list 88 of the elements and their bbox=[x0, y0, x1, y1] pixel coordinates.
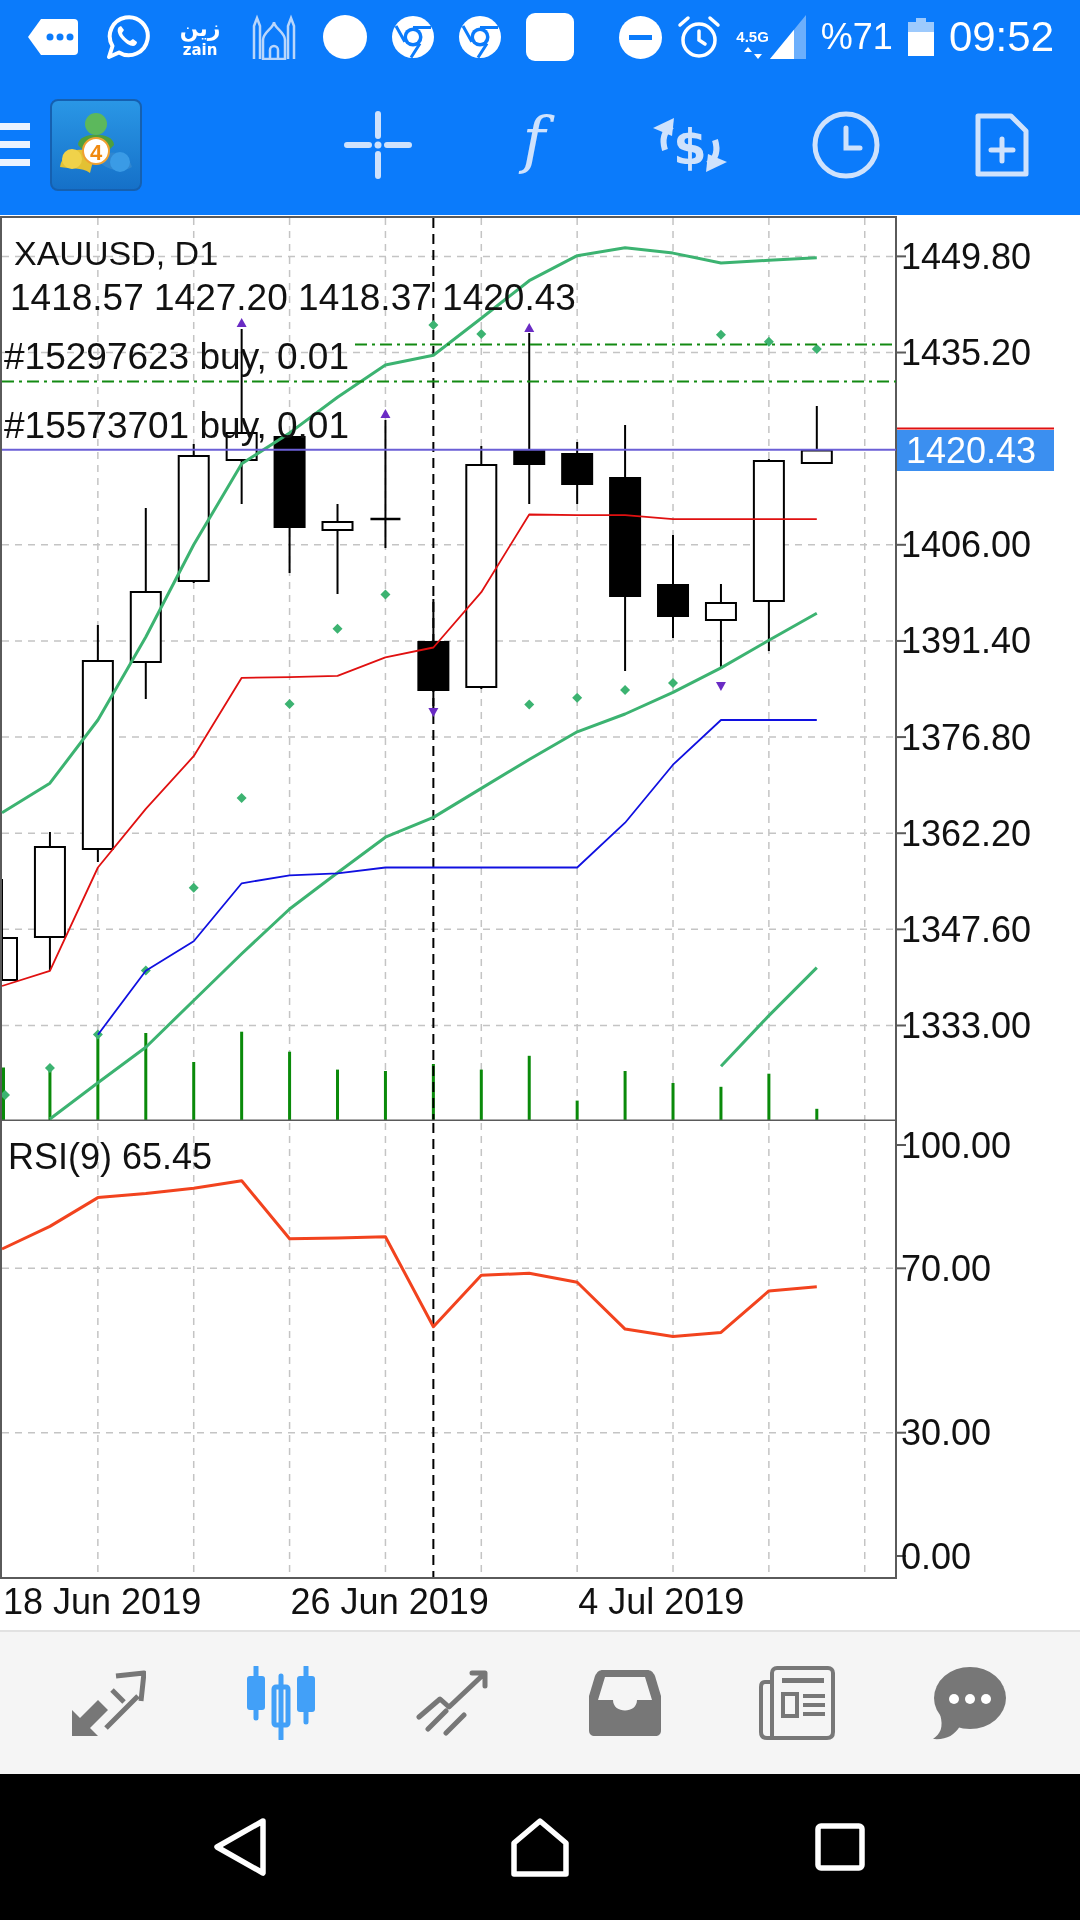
fractal-marker bbox=[236, 318, 247, 327]
volume-bar bbox=[431, 1064, 435, 1120]
price-axis-label: 1449.80 bbox=[901, 235, 1032, 277]
volume-bar bbox=[48, 1071, 52, 1120]
browser-icon bbox=[392, 16, 434, 58]
price-axis-label: 1406.00 bbox=[901, 524, 1032, 566]
sar-point bbox=[476, 329, 487, 339]
do-not-disturb-icon bbox=[619, 15, 663, 59]
rsi-axis-label: 100.00 bbox=[901, 1124, 1012, 1166]
volume-bar bbox=[479, 1069, 483, 1120]
chat-bubble-icon[interactable] bbox=[932, 1666, 1006, 1740]
volume-bar bbox=[623, 1071, 627, 1120]
clock-time: 09:52 bbox=[948, 13, 1054, 61]
candle bbox=[561, 441, 594, 505]
volume-bar bbox=[383, 1071, 387, 1120]
volume-bar bbox=[815, 1108, 819, 1120]
diagonal-arrows-icon[interactable] bbox=[72, 1670, 146, 1736]
candle bbox=[800, 405, 833, 464]
price-axis-label: 1391.40 bbox=[901, 620, 1032, 662]
sar-point bbox=[284, 699, 295, 709]
message-icon bbox=[27, 18, 79, 56]
current-price-label: 1420.43 bbox=[897, 430, 1054, 471]
sar-point bbox=[668, 678, 678, 688]
price-axis-label: 1347.60 bbox=[901, 908, 1032, 950]
rsi-axis-label: 30.00 bbox=[901, 1412, 992, 1454]
volume-bar bbox=[336, 1069, 339, 1120]
fractal-marker bbox=[715, 682, 726, 691]
back-icon[interactable] bbox=[213, 1817, 267, 1877]
sar-point bbox=[188, 882, 199, 893]
chart-symbol-title: XAUUSD, D1 bbox=[14, 234, 219, 272]
sar-point bbox=[524, 699, 535, 710]
sar-point bbox=[236, 793, 247, 803]
sar-point bbox=[332, 623, 343, 634]
price-axis-label: 1362.20 bbox=[901, 812, 1032, 854]
volume-bar bbox=[671, 1083, 675, 1120]
home-icon[interactable] bbox=[510, 1817, 570, 1877]
volume-bar bbox=[288, 1051, 292, 1120]
price-axis-label: 1376.80 bbox=[901, 716, 1032, 758]
rsi-label: RSI(9) 65.45 bbox=[8, 1135, 213, 1177]
signal-icon bbox=[769, 15, 806, 59]
volume-bar bbox=[575, 1100, 579, 1120]
network-type-label: 4.5G bbox=[736, 29, 769, 45]
volume-bar bbox=[767, 1073, 771, 1120]
rsi-axis-label: 70.00 bbox=[901, 1247, 992, 1289]
sar-point bbox=[44, 1063, 55, 1073]
battery-icon bbox=[907, 18, 934, 56]
square-icon bbox=[526, 13, 574, 61]
crosshair-icon[interactable] bbox=[344, 110, 412, 179]
menu-icon[interactable] bbox=[0, 123, 30, 166]
sar-point bbox=[715, 329, 726, 340]
volume-bar bbox=[719, 1086, 723, 1120]
volume-bar bbox=[527, 1055, 531, 1120]
alarm-clock-icon bbox=[677, 15, 722, 59]
browser-icon bbox=[459, 16, 501, 58]
carrier-logo-text: zain bbox=[182, 41, 218, 59]
recent-apps-icon[interactable] bbox=[815, 1823, 865, 1871]
add-document-icon[interactable] bbox=[974, 111, 1030, 178]
sar-point bbox=[380, 589, 391, 600]
rsi-axis-label: 0.00 bbox=[901, 1535, 972, 1577]
fractal-marker bbox=[428, 708, 439, 717]
trend-arrow-icon[interactable] bbox=[416, 1669, 490, 1737]
date-label: 18 Jun 2019 bbox=[3, 1580, 202, 1622]
price-axis-label: 1435.20 bbox=[901, 332, 1032, 373]
sar-point bbox=[811, 344, 822, 354]
sar-point bbox=[572, 692, 583, 703]
battery-percent: %71 bbox=[820, 16, 893, 58]
date-label: 4 Jul 2019 bbox=[578, 1580, 745, 1622]
price-axis-label: 1333.00 bbox=[901, 1005, 1032, 1046]
sar-point bbox=[92, 1029, 103, 1040]
sar-point bbox=[620, 685, 631, 695]
fractal-marker bbox=[524, 323, 535, 332]
sar-point bbox=[428, 320, 439, 330]
fractal-marker bbox=[380, 409, 391, 418]
sar-point bbox=[0, 1090, 10, 1100]
volume-bar bbox=[192, 1062, 196, 1120]
newspaper-icon[interactable] bbox=[759, 1666, 835, 1740]
sar-point bbox=[763, 336, 774, 347]
app-logo: 4 bbox=[50, 98, 142, 191]
data-arrows-icon bbox=[743, 47, 762, 59]
circle-icon bbox=[323, 15, 367, 59]
inbox-tray-icon[interactable] bbox=[589, 1670, 661, 1736]
date-label: 26 Jun 2019 bbox=[290, 1580, 489, 1622]
sar-point bbox=[140, 965, 151, 976]
chat-phone-icon bbox=[104, 14, 150, 60]
clock-icon[interactable] bbox=[812, 110, 880, 179]
carrier-logo-arabic: زين bbox=[179, 15, 221, 42]
function-icon[interactable]: f bbox=[510, 110, 558, 179]
mosque-icon bbox=[250, 14, 298, 60]
